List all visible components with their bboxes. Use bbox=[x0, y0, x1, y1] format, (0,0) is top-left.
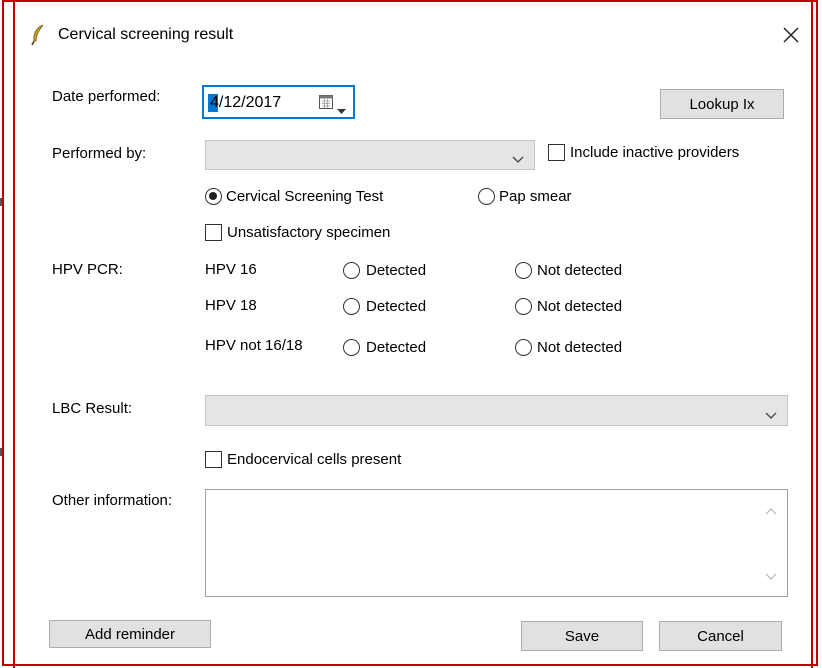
hpv16-detected-label: Detected bbox=[366, 262, 427, 279]
scroll-up-icon[interactable] bbox=[765, 502, 777, 519]
hpv18-not-detected-radio[interactable] bbox=[515, 298, 532, 315]
date-performed-label: Date performed: bbox=[52, 88, 161, 105]
hpv18-detected-radio[interactable] bbox=[343, 298, 360, 315]
dialog-title: Cervical screening result bbox=[58, 26, 234, 43]
pap-smear-label: Pap smear bbox=[499, 188, 572, 205]
hpv-other-detected-radio[interactable] bbox=[343, 339, 360, 356]
hpv-type-label: HPV not 16/18 bbox=[205, 337, 303, 354]
chevron-down-icon[interactable] bbox=[337, 101, 346, 118]
add-reminder-button[interactable]: Add reminder bbox=[49, 620, 211, 648]
edge-marker bbox=[0, 448, 2, 456]
hpv18-detected-label: Detected bbox=[366, 298, 427, 315]
hpv-type-label: HPV 16 bbox=[205, 261, 257, 278]
chevron-down-icon bbox=[765, 407, 777, 424]
cervical-screening-label: Cervical Screening Test bbox=[226, 188, 384, 205]
save-button[interactable]: Save bbox=[521, 621, 643, 651]
hpv16-not-detected-radio[interactable] bbox=[515, 262, 532, 279]
date-performed-value[interactable]: 4/12/2017 bbox=[210, 94, 281, 112]
calendar-icon[interactable] bbox=[319, 95, 333, 113]
edge-marker bbox=[0, 198, 2, 206]
endocervical-checkbox[interactable] bbox=[205, 451, 222, 468]
hpv-type-label: HPV 18 bbox=[205, 297, 257, 314]
app-feather-icon bbox=[30, 24, 46, 46]
cancel-button[interactable]: Cancel bbox=[659, 621, 782, 651]
lookup-ix-button[interactable]: Lookup Ix bbox=[660, 89, 784, 119]
hpv-other-detected-label: Detected bbox=[366, 339, 427, 356]
lbc-result-dropdown[interactable] bbox=[205, 395, 788, 426]
performed-by-dropdown[interactable] bbox=[205, 140, 535, 170]
unsatisfactory-checkbox[interactable] bbox=[205, 224, 222, 241]
pap-smear-radio[interactable] bbox=[478, 188, 495, 205]
include-inactive-checkbox[interactable] bbox=[548, 144, 565, 161]
performed-by-label: Performed by: bbox=[52, 145, 147, 162]
hpv-other-not-detected-label: Not detected bbox=[537, 339, 623, 356]
hpv16-detected-radio[interactable] bbox=[343, 262, 360, 279]
close-icon bbox=[783, 27, 799, 43]
other-information-label: Other information: bbox=[52, 492, 173, 509]
hpv16-not-detected-label: Not detected bbox=[537, 262, 623, 279]
lbc-result-label: LBC Result: bbox=[52, 400, 133, 417]
other-information-textarea[interactable] bbox=[205, 489, 788, 597]
endocervical-label: Endocervical cells present bbox=[227, 451, 402, 468]
date-performed-picker[interactable]: 4/12/2017 bbox=[202, 85, 355, 119]
radio-selected-dot bbox=[209, 192, 217, 200]
cervical-screening-radio[interactable] bbox=[205, 188, 222, 205]
close-button[interactable] bbox=[776, 20, 806, 50]
scroll-down-icon[interactable] bbox=[765, 567, 777, 584]
chevron-down-icon bbox=[512, 151, 524, 168]
hpv-pcr-label: HPV PCR: bbox=[52, 261, 123, 278]
hpv-other-not-detected-radio[interactable] bbox=[515, 339, 532, 356]
include-inactive-label: Include inactive providers bbox=[570, 144, 740, 161]
hpv18-not-detected-label: Not detected bbox=[537, 298, 623, 315]
unsatisfactory-label: Unsatisfactory specimen bbox=[227, 224, 391, 241]
